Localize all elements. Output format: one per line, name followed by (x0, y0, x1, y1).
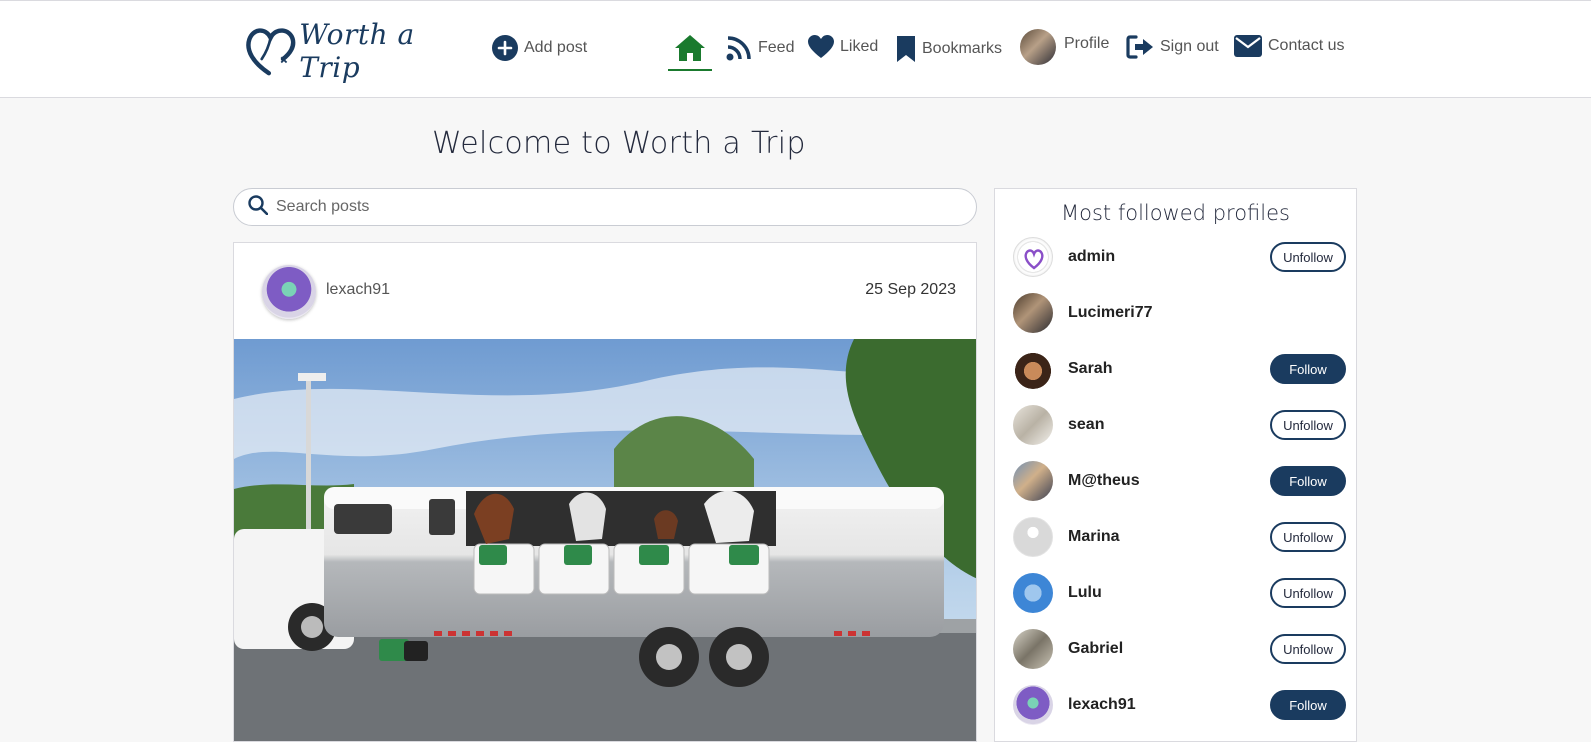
page-title: Welcome to Worth a Trip (432, 126, 806, 161)
nav-liked-label: Liked (840, 38, 879, 55)
profile-row: lexach91 Follow (995, 677, 1356, 733)
nav-profile[interactable]: Profile (1020, 29, 1109, 65)
avatar[interactable] (1013, 237, 1053, 277)
avatar (1020, 29, 1056, 65)
profile-name[interactable]: lexach91 (1068, 696, 1136, 714)
brand-logo[interactable]: Worth a Trip (244, 18, 464, 84)
heart-logo-icon (246, 28, 296, 76)
avatar[interactable] (1013, 517, 1053, 557)
profile-row: admin Unfollow (995, 229, 1356, 285)
profile-name[interactable]: Lulu (1068, 584, 1102, 602)
nav-profile-label: Profile (1064, 35, 1110, 52)
profile-name[interactable]: Marina (1068, 528, 1120, 546)
post-header: lexach91 25 Sep 2023 (234, 243, 976, 339)
profile-name[interactable]: M@theus (1068, 472, 1140, 490)
nav-bookmarks-label: Bookmarks (922, 40, 1003, 57)
profile-row: Lucimeri77 (995, 285, 1356, 341)
profile-name[interactable]: Lucimeri77 (1068, 304, 1152, 322)
avatar[interactable] (1013, 685, 1053, 725)
profile-row: sean Unfollow (995, 397, 1356, 453)
most-followed-profiles: Most followed profiles admin Unfollow Lu… (994, 188, 1357, 742)
profile-name[interactable]: Sarah (1068, 360, 1112, 378)
brand-name: Worth a Trip (299, 18, 415, 84)
post-date: 25 Sep 2023 (865, 281, 956, 298)
rss-feed-icon (726, 35, 752, 61)
profile-row: Lulu Unfollow (995, 565, 1356, 621)
profile-row: Gabriel Unfollow (995, 621, 1356, 677)
unfollow-button[interactable]: Unfollow (1270, 522, 1346, 552)
avatar[interactable] (1013, 405, 1053, 445)
nav-sign-out-label: Sign out (1160, 38, 1219, 55)
follow-button[interactable]: Follow (1270, 466, 1346, 496)
envelope-icon (1234, 35, 1262, 57)
nav-feed-label: Feed (758, 39, 795, 56)
profile-name[interactable]: admin (1068, 248, 1115, 266)
unfollow-button[interactable]: Unfollow (1270, 410, 1346, 440)
plus-circle-icon (492, 35, 518, 61)
nav-add-post-label: Add post (524, 39, 588, 56)
nav-contact-us[interactable]: Contact us (1234, 35, 1344, 57)
heart-icon (808, 35, 834, 59)
nav-feed[interactable]: Feed (726, 35, 794, 61)
post-owner-avatar[interactable] (262, 265, 316, 319)
nav-home[interactable] (668, 31, 712, 71)
search-input[interactable] (276, 198, 936, 216)
post-owner[interactable]: lexach91 (326, 281, 390, 299)
nav-liked[interactable]: Liked (808, 35, 878, 59)
navbar: Worth a Trip Add post Feed Liked Bookmar… (0, 0, 1591, 98)
search-icon (248, 194, 269, 220)
avatar[interactable] (1013, 573, 1053, 613)
search-bar (233, 188, 977, 226)
profile-name[interactable]: Gabriel (1068, 640, 1123, 658)
follow-button[interactable]: Follow (1270, 690, 1346, 720)
sign-out-icon (1126, 35, 1154, 59)
post-card: lexach91 25 Sep 2023 (233, 242, 977, 742)
avatar[interactable] (1013, 461, 1053, 501)
avatar[interactable] (1013, 293, 1053, 333)
profile-name[interactable]: sean (1068, 416, 1104, 434)
avatar[interactable] (1013, 629, 1053, 669)
profile-row: Sarah Follow (995, 341, 1356, 397)
unfollow-button[interactable]: Unfollow (1270, 634, 1346, 664)
nav-sign-out[interactable]: Sign out (1126, 35, 1219, 59)
nav-add-post[interactable]: Add post (492, 35, 587, 61)
profile-row: M@theus Follow (995, 453, 1356, 509)
post-image[interactable] (234, 339, 976, 741)
sidebar-title: Most followed profiles (1061, 201, 1290, 225)
nav-bookmarks[interactable]: Bookmarks (896, 35, 1002, 63)
follow-button[interactable]: Follow (1270, 354, 1346, 384)
home-icon (674, 34, 706, 67)
unfollow-button[interactable]: Unfollow (1270, 242, 1346, 272)
profile-row: Marina Unfollow (995, 509, 1356, 565)
avatar[interactable] (1013, 349, 1053, 389)
nav-contact-us-label: Contact us (1268, 37, 1345, 54)
unfollow-button[interactable]: Unfollow (1270, 578, 1346, 608)
bookmark-icon (896, 35, 916, 63)
